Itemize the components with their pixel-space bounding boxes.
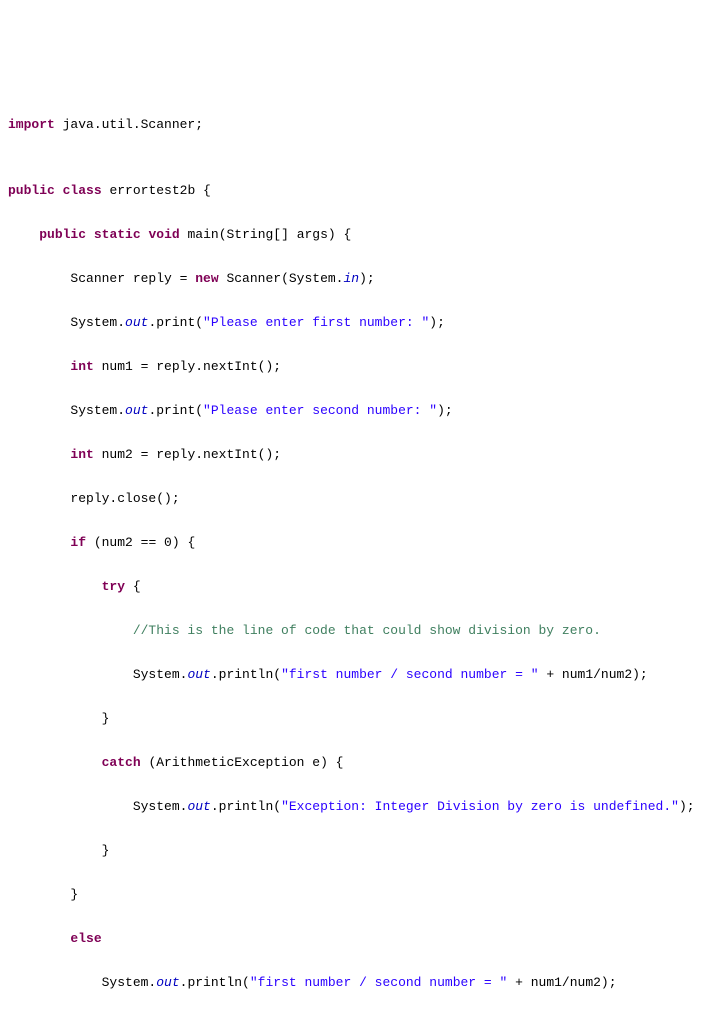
code-text: System. bbox=[70, 403, 125, 418]
keyword-public: public bbox=[8, 183, 55, 198]
code-text: errortest2b { bbox=[102, 183, 211, 198]
indent bbox=[8, 227, 39, 242]
string-literal: "first number / second number = " bbox=[250, 975, 507, 990]
code-line: System.out.print("Please enter first num… bbox=[8, 312, 699, 334]
code-line: //This is the line of code that could sh… bbox=[8, 620, 699, 642]
field-out: out bbox=[187, 667, 210, 682]
code-line: public class errortest2b { bbox=[8, 180, 699, 202]
code-line: catch (ArithmeticException e) { bbox=[8, 752, 699, 774]
code-block: import java.util.Scanner; public class e… bbox=[8, 92, 699, 1036]
code-text: .print( bbox=[148, 315, 203, 330]
code-line: public static void main(String[] args) { bbox=[8, 224, 699, 246]
code-text: ); bbox=[359, 271, 375, 286]
keyword-static: static bbox=[94, 227, 141, 242]
code-text: Scanner reply = bbox=[70, 271, 195, 286]
code-text: java.util.Scanner; bbox=[55, 117, 203, 132]
code-line: import java.util.Scanner; bbox=[8, 114, 699, 136]
comment: //This is the line of code that could sh… bbox=[133, 623, 601, 638]
code-text: + num1/num2); bbox=[539, 667, 648, 682]
code-line: System.out.print("Please enter second nu… bbox=[8, 400, 699, 422]
indent bbox=[8, 315, 70, 330]
keyword-import: import bbox=[8, 117, 55, 132]
field-out: out bbox=[125, 403, 148, 418]
code-text: (num2 == 0) { bbox=[86, 535, 195, 550]
code-text: .print( bbox=[148, 403, 203, 418]
code-line: int num2 = reply.nextInt(); bbox=[8, 444, 699, 466]
keyword-else: else bbox=[70, 931, 101, 946]
code-text: ); bbox=[679, 799, 695, 814]
code-line: int num1 = reply.nextInt(); bbox=[8, 356, 699, 378]
code-line: System.out.println("first number / secon… bbox=[8, 664, 699, 686]
field-out: out bbox=[125, 315, 148, 330]
code-text: + num1/num2); bbox=[507, 975, 616, 990]
string-literal: "Please enter first number: " bbox=[203, 315, 429, 330]
code-line: try { bbox=[8, 576, 699, 598]
code-text: num2 = reply.nextInt(); bbox=[94, 447, 281, 462]
code-line: else bbox=[8, 928, 699, 950]
keyword-try: try bbox=[102, 579, 125, 594]
indent bbox=[8, 887, 70, 902]
code-line: } bbox=[8, 884, 699, 906]
keyword-class: class bbox=[63, 183, 102, 198]
indent bbox=[8, 931, 70, 946]
code-text: System. bbox=[102, 975, 157, 990]
indent bbox=[8, 711, 102, 726]
indent bbox=[8, 359, 70, 374]
code-text: } bbox=[70, 887, 78, 902]
indent bbox=[8, 579, 102, 594]
code-text: (ArithmeticException e) { bbox=[141, 755, 344, 770]
keyword-catch: catch bbox=[102, 755, 141, 770]
indent bbox=[8, 843, 102, 858]
string-literal: "first number / second number = " bbox=[281, 667, 538, 682]
keyword-int: int bbox=[70, 447, 93, 462]
code-text: reply.close(); bbox=[70, 491, 179, 506]
code-text: .println( bbox=[211, 667, 281, 682]
code-line: Scanner reply = new Scanner(System.in); bbox=[8, 268, 699, 290]
indent bbox=[8, 491, 70, 506]
code-text: System. bbox=[70, 315, 125, 330]
keyword-void: void bbox=[148, 227, 179, 242]
indent bbox=[8, 623, 133, 638]
code-text: System. bbox=[133, 799, 188, 814]
field-out: out bbox=[187, 799, 210, 814]
keyword-if: if bbox=[70, 535, 86, 550]
code-text: { bbox=[125, 579, 141, 594]
indent bbox=[8, 799, 133, 814]
field-in: in bbox=[343, 271, 359, 286]
code-text: } bbox=[102, 711, 110, 726]
code-text: num1 = reply.nextInt(); bbox=[94, 359, 281, 374]
string-literal: "Exception: Integer Division by zero is … bbox=[281, 799, 679, 814]
code-text: ); bbox=[429, 315, 445, 330]
indent bbox=[8, 403, 70, 418]
code-text: main(String[] args) { bbox=[180, 227, 352, 242]
indent bbox=[8, 975, 102, 990]
code-text: } bbox=[102, 843, 110, 858]
indent bbox=[8, 667, 133, 682]
code-line: System.out.println("Exception: Integer D… bbox=[8, 796, 699, 818]
keyword-int: int bbox=[70, 359, 93, 374]
keyword-new: new bbox=[195, 271, 218, 286]
code-text: System. bbox=[133, 667, 188, 682]
code-line: System.out.println("first number / secon… bbox=[8, 972, 699, 994]
indent bbox=[8, 755, 102, 770]
code-text: ); bbox=[437, 403, 453, 418]
code-line: } bbox=[8, 840, 699, 862]
indent bbox=[8, 535, 70, 550]
field-out: out bbox=[156, 975, 179, 990]
code-line: } bbox=[8, 708, 699, 730]
code-line: if (num2 == 0) { bbox=[8, 532, 699, 554]
keyword-public: public bbox=[39, 227, 86, 242]
code-text: .println( bbox=[180, 975, 250, 990]
code-text: Scanner(System. bbox=[219, 271, 344, 286]
code-line: reply.close(); bbox=[8, 488, 699, 510]
string-literal: "Please enter second number: " bbox=[203, 403, 437, 418]
indent bbox=[8, 271, 70, 286]
indent bbox=[8, 447, 70, 462]
code-text: .println( bbox=[211, 799, 281, 814]
